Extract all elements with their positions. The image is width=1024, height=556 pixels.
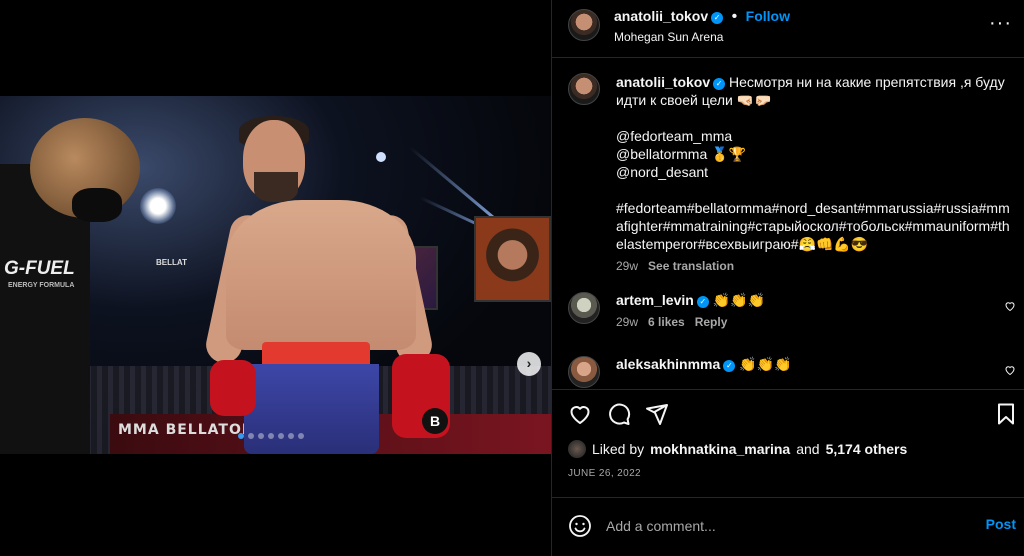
photo-pane: MMA BELLATOR MM BELLAT B G-FUEL ENERGY F…	[0, 0, 551, 556]
coach-shirt-logo: G-FUEL	[4, 258, 75, 279]
action-bar: Liked by mokhnatkina_marina and 5,174 ot…	[552, 389, 1024, 497]
post-header: anatolii_tokov ✓ • Follow Mohegan Sun Are…	[552, 0, 1024, 58]
carousel-dot	[238, 433, 244, 439]
carousel-dot	[268, 433, 274, 439]
like-heart-icon[interactable]	[568, 402, 594, 428]
glove-logo: B	[422, 408, 448, 434]
fighter-beard	[254, 172, 298, 202]
carousel-dot	[278, 433, 284, 439]
caption-age: 29w	[616, 259, 639, 273]
carousel-dots	[238, 433, 304, 439]
spotlight	[140, 188, 176, 224]
comment-username[interactable]: artem_levin	[616, 292, 694, 308]
commenter-avatar[interactable]	[568, 356, 600, 388]
comment-likes[interactable]: 6 likes	[648, 315, 685, 329]
caption-author-avatar[interactable]	[568, 73, 600, 105]
commenter-avatar[interactable]	[568, 292, 600, 324]
liked-by-others[interactable]: 5,174 others	[826, 441, 908, 457]
coach-mask	[72, 188, 122, 222]
liked-by-and: and	[796, 441, 820, 457]
arena-screen-portrait	[474, 216, 551, 302]
likes-summary: Liked by mokhnatkina_marina and 5,174 ot…	[568, 440, 907, 458]
comment-meta: 29w 6 likes Reply	[616, 315, 765, 329]
fighter-torso	[226, 200, 416, 350]
reply-button[interactable]: Reply	[695, 315, 728, 329]
verified-icon: ✓	[723, 360, 736, 372]
comments-section[interactable]: anatolii_tokov ✓ Несмотря ни на какие пре…	[552, 59, 1024, 389]
caption: anatolii_tokov ✓ Несмотря ни на какие пре…	[616, 73, 1011, 275]
author-username[interactable]: anatolii_tokov	[614, 8, 708, 24]
coach-shirt-sub: ENERGY FORMULA	[8, 282, 75, 289]
see-translation-link[interactable]: See translation	[648, 259, 734, 273]
light-beam	[409, 146, 496, 220]
fighter-left-glove	[210, 360, 256, 416]
comment-like-icon[interactable]	[1004, 364, 1016, 376]
comment-username[interactable]: aleksakhinmma	[616, 356, 720, 372]
spotlight	[376, 152, 386, 162]
emoji-icon[interactable]	[568, 514, 592, 538]
bookmark-save-icon[interactable]	[994, 402, 1020, 428]
arena-sign: BELLAT	[156, 258, 187, 267]
more-options-icon[interactable]: ···	[989, 12, 1012, 35]
comment-bubble-icon[interactable]	[607, 402, 633, 428]
carousel-dot	[288, 433, 294, 439]
author-block: anatolii_tokov ✓ • Follow Mohegan Sun Are…	[614, 8, 790, 44]
location-link[interactable]: Mohegan Sun Arena	[614, 30, 790, 44]
share-send-icon[interactable]	[645, 402, 671, 428]
verified-icon: ✓	[696, 296, 709, 308]
post-photo[interactable]: MMA BELLATOR MM BELLAT B G-FUEL ENERGY F…	[0, 96, 551, 454]
comment-item: aleksakhinmma ✓ 👏👏👏	[616, 356, 791, 373]
caption-meta: 29w See translation	[616, 257, 1011, 275]
liker-avatar[interactable]	[568, 440, 586, 458]
comment-composer: Post	[552, 497, 1024, 556]
comment-text: 👏👏👏	[739, 356, 792, 372]
mention[interactable]: @bellatormma 🥇🏆	[616, 145, 1011, 163]
comment-age: 29w	[616, 315, 639, 329]
mention[interactable]: @fedorteam_mma	[616, 127, 1011, 145]
verified-icon: ✓	[711, 12, 724, 24]
post-date[interactable]: JUNE 26, 2022	[568, 468, 641, 479]
mention[interactable]: @nord_desant	[616, 163, 1011, 181]
carousel-dot	[298, 433, 304, 439]
liked-by-user[interactable]: mokhnatkina_marina	[650, 441, 790, 457]
caption-hashtags[interactable]: #fedorteam#bellatormma#nord_desant#mmaru…	[616, 199, 1011, 253]
carousel-dot	[258, 433, 264, 439]
carousel-dot	[248, 433, 254, 439]
comment-item: artem_levin ✓ 👏👏👏 29w 6 likes Reply	[616, 292, 765, 329]
add-comment-input[interactable]	[606, 512, 966, 540]
author-avatar[interactable]	[568, 9, 600, 41]
comment-text: 👏👏👏	[712, 292, 766, 308]
carousel-next-button[interactable]: ›	[517, 352, 541, 376]
verified-icon: ✓	[713, 78, 726, 90]
fighter-shorts	[244, 364, 379, 454]
separator-dot: •	[731, 8, 738, 25]
comment-like-icon[interactable]	[1004, 300, 1016, 312]
post-comment-button[interactable]: Post	[986, 516, 1016, 532]
post-side-panel: anatolii_tokov ✓ • Follow Mohegan Sun Are…	[551, 0, 1024, 556]
follow-button[interactable]: Follow	[746, 8, 790, 24]
liked-by-prefix: Liked by	[592, 441, 645, 457]
caption-author[interactable]: anatolii_tokov	[616, 74, 710, 90]
